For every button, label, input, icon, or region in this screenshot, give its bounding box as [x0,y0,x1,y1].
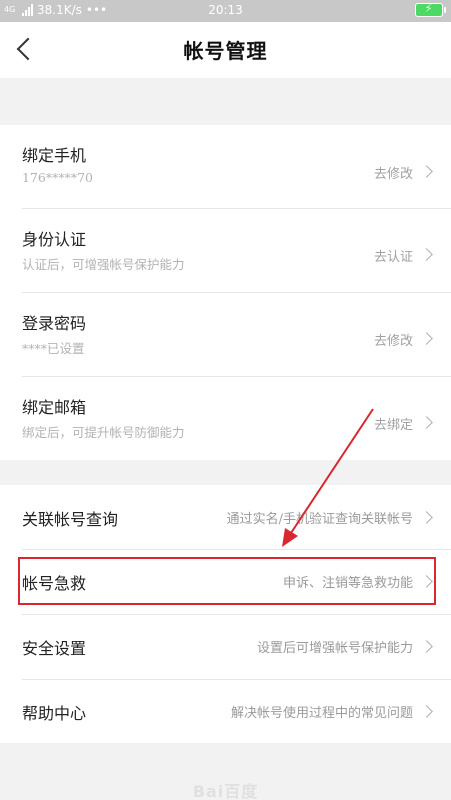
pointer-arrow [282,408,374,547]
watermark-logo: Bai百度 [192,782,259,800]
